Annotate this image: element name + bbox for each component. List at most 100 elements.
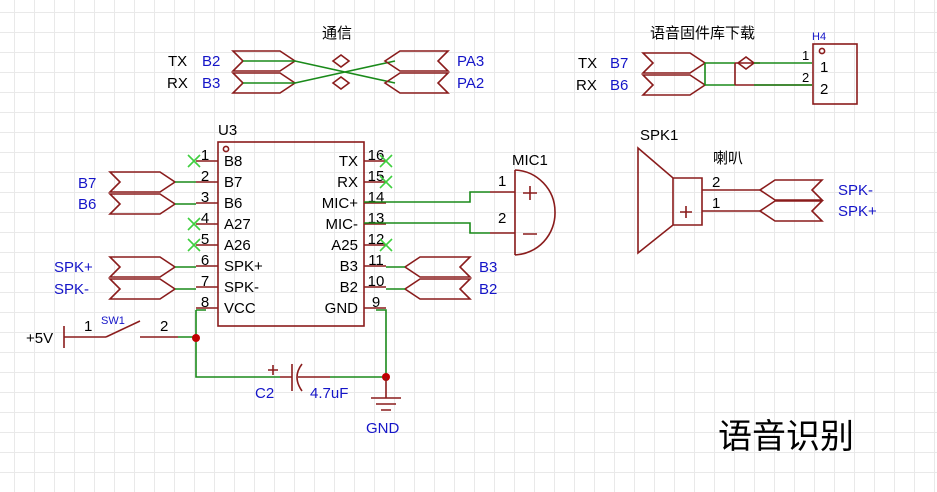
u3-pin-13-name: MIC-: [326, 216, 359, 233]
fw-rx-tag: RX: [576, 77, 597, 94]
u3-pin-13-num: 13: [368, 210, 385, 227]
speaker-pin2-num: 2: [712, 174, 720, 191]
u3-pin-5-num: 5: [201, 231, 209, 248]
u3-pin-5-name: A26: [224, 237, 251, 254]
port-spkp-connector: [108, 256, 177, 278]
comm-junction-bottom: [331, 76, 351, 90]
comm-net-pa2: PA2: [457, 75, 484, 92]
vcc-wire: [195, 309, 280, 378]
u3-right-pins: 16 TX 15 RX 14 MIC+ 13 MIC- 12 A25 11 B3 10 B2 9 GND: [322, 147, 393, 317]
speaker-label: 喇叭: [713, 150, 743, 167]
u3-pin-8-name: VCC: [224, 300, 256, 317]
u3-pin-11: 11 B3: [340, 252, 386, 275]
comm-left-stubs: [243, 60, 295, 84]
u3-pin-9-name: GND: [325, 300, 359, 317]
comm-net-pa3: PA3: [457, 53, 484, 70]
u3-pin-16: 16 TX: [339, 147, 393, 170]
comm-rx-tag: RX: [167, 75, 188, 92]
port-spkn-connector: [108, 278, 177, 300]
u3-pin-8: 8 VCC: [196, 294, 256, 317]
u3-pin-7: 7 SPK-: [196, 273, 259, 296]
h4-pin1-label: 1: [820, 59, 828, 76]
supply-label: +5V: [26, 330, 53, 347]
fw-port-rx-connector: [641, 74, 707, 96]
mic-pin2-num: 2: [498, 210, 506, 227]
port-b3-label: B3: [479, 259, 497, 276]
u3-pin-16-num: 16: [368, 147, 385, 164]
fw-bus: [734, 62, 812, 86]
schematic-svg: 语音识别 通信 TX B2 RX B3 PA3 PA2 语音固件库下载 TX B…: [26, 25, 877, 456]
u3-pin-15-num: 15: [368, 168, 385, 185]
u3-pin-5: 5 A26: [187, 231, 251, 254]
fw-stubs: [704, 62, 735, 86]
u3-pin-14-name: MIC+: [322, 195, 358, 212]
speaker-pin1-num: 1: [712, 195, 720, 212]
h4-pin2-num: 2: [802, 70, 809, 85]
u3-pin-10-name: B2: [340, 279, 358, 296]
u3-pin-4: 4 A27: [187, 210, 251, 233]
u3-pin-12-name: A25: [331, 237, 358, 254]
speaker-pin-leads: [702, 189, 760, 212]
port-b2-connector: [403, 278, 472, 300]
h4-ref: H4: [812, 31, 826, 43]
u3-pin-10: 10 B2: [340, 273, 386, 296]
switch-pin2-num: 2: [160, 318, 168, 335]
u3-pin-9-num: 9: [372, 294, 380, 311]
port-b6-label: B6: [78, 196, 96, 213]
port-spkn-label: SPK-: [54, 281, 89, 298]
u3-pin-9: 9 GND: [325, 294, 386, 317]
fw-port-tx-connector: [641, 52, 707, 74]
mic-ref: MIC1: [512, 152, 548, 169]
vcc-junction-dot: [192, 334, 200, 342]
mic-polarity-marks: [523, 186, 537, 235]
u3-pin-3-num: 3: [201, 189, 209, 206]
port-b7-connector: [108, 171, 177, 193]
h4-pin1-num: 1: [802, 48, 809, 63]
u3-pin-4-name: A27: [224, 216, 251, 233]
u3-pin-14-num: 14: [368, 189, 385, 206]
port-spkp-label: SPK+: [54, 259, 93, 276]
u3-pin-3-name: B6: [224, 195, 242, 212]
u3-pin-8-num: 8: [201, 294, 209, 311]
ground-label: GND: [366, 420, 400, 437]
switch-pin1-num: 1: [84, 318, 92, 335]
u3-pin-3: 3 B6: [196, 189, 242, 212]
firmware-section-title: 语音固件库下载: [650, 25, 755, 42]
u3-pin-6-num: 6: [201, 252, 209, 269]
u3-pin-15-name: RX: [337, 174, 358, 191]
u3-pin-1-name: B8: [224, 153, 242, 170]
port-b3-connector: [403, 256, 472, 278]
u3-pin-16-name: TX: [339, 153, 358, 170]
speaker-plus-mark: [680, 206, 692, 218]
u3-pin-2: 2 B7: [196, 168, 242, 191]
u3-pin-7-num: 7: [201, 273, 209, 290]
u3-pin-12: 12 A25: [331, 231, 393, 254]
u3-pin-14: 14 MIC+: [322, 189, 386, 212]
comm-net-b3: B3: [202, 75, 220, 92]
cap-ref: C2: [255, 385, 274, 402]
u3-pin-13: 13 MIC-: [326, 210, 386, 233]
speaker-ref: SPK1: [640, 127, 678, 144]
u3-pin-12-num: 12: [368, 231, 385, 248]
mic-pin1-num: 1: [498, 173, 506, 190]
port-b2-label: B2: [479, 281, 497, 298]
switch-ref: SW1: [101, 315, 125, 327]
u3-pin-4-num: 4: [201, 210, 209, 227]
u3-pin-11-name: B3: [340, 258, 358, 275]
u3-pin-7-name: SPK-: [224, 279, 259, 296]
schematic-title: 语音识别: [718, 418, 854, 456]
fw-net-b7: B7: [610, 55, 628, 72]
u3-pin-6-name: SPK+: [224, 258, 263, 275]
u3-pin-11-num: 11: [368, 252, 384, 269]
mic-body: [514, 169, 556, 256]
speaker-body: [637, 146, 703, 255]
port-spk-plus-connector: [758, 200, 824, 222]
cap-value: 4.7uF: [310, 385, 348, 402]
u3-pin-10-num: 10: [368, 273, 385, 290]
comm-junction-top: [331, 54, 351, 68]
u3-ref: U3: [218, 122, 237, 139]
h4-pin2-label: 2: [820, 81, 828, 98]
u3-left-pins: 1 B8 2 B7 3 B6 4 A27 5 A26 6 SPK+ 7 SPK- 8 VCC: [187, 147, 263, 317]
u3-pin-1-num: 1: [201, 147, 209, 164]
ground-symbol: [371, 377, 401, 411]
